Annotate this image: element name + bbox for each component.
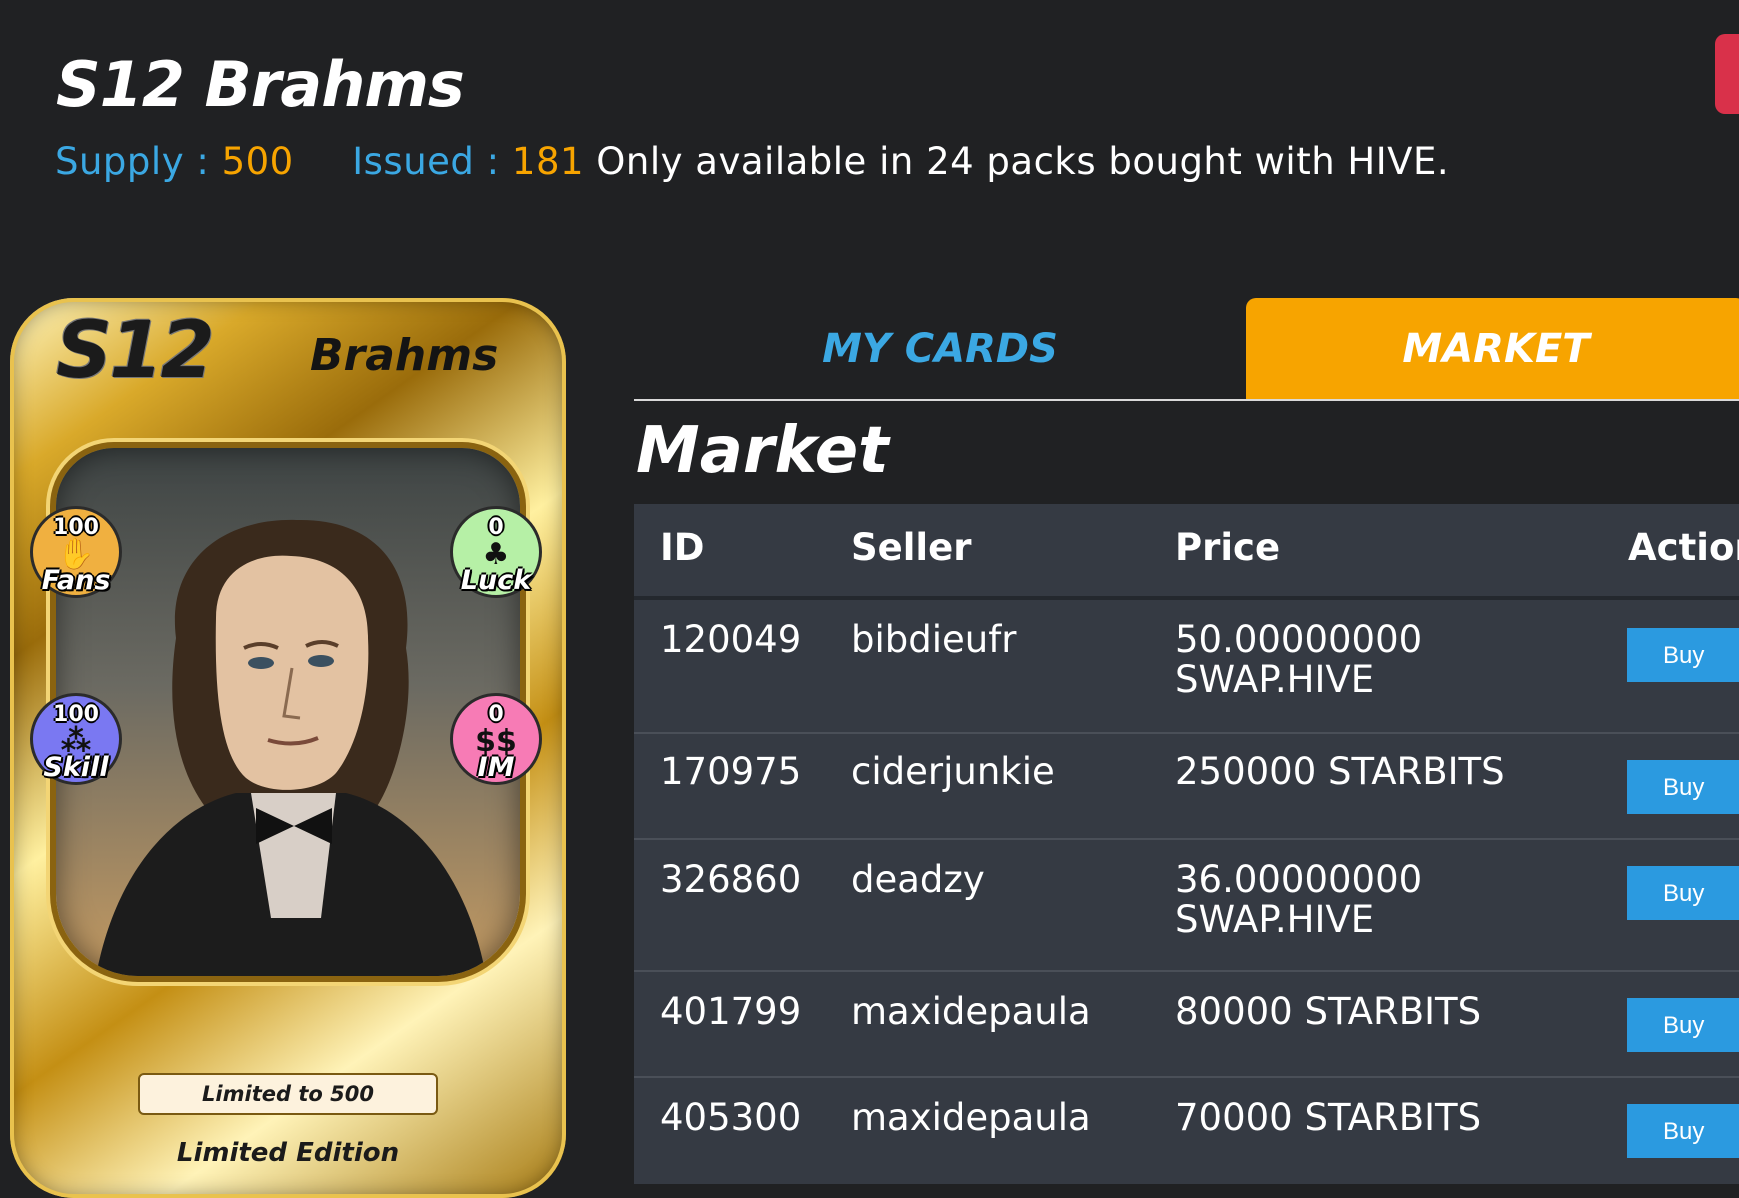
column-header-id: ID	[660, 526, 705, 569]
row-seller: maxidepaula	[851, 990, 1091, 1033]
issued-value: 181	[511, 140, 585, 183]
table-row: 405300 maxidepaula 70000 STARBITS Buy	[634, 1078, 1739, 1182]
market-heading: Market	[636, 414, 889, 488]
row-seller: ciderjunkie	[851, 750, 1055, 793]
luck-stat: 0 ♣ Luck	[450, 506, 542, 598]
availability-text: Only available in 24 packs bought with H…	[596, 140, 1450, 183]
table-header: ID Seller Price Action	[634, 504, 1739, 600]
card-image: S12 Brahms 100 ✋ Fans 0 ♣ Luck 100 ⁂ Ski…	[10, 298, 566, 1198]
buy-button[interactable]: Buy	[1627, 866, 1739, 920]
brahms-portrait	[96, 519, 486, 976]
buy-button[interactable]: Buy	[1627, 760, 1739, 814]
row-price: 50.00000000	[1175, 618, 1423, 661]
buy-button[interactable]: Buy	[1627, 998, 1739, 1052]
table-row: 326860 deadzy 36.00000000 SWAP.HIVE Buy	[634, 840, 1739, 972]
market-table: ID Seller Price Action 120049 bibdieufr …	[634, 504, 1739, 1184]
card-name-label: Brahms	[310, 330, 499, 381]
column-header-price: Price	[1175, 526, 1281, 569]
table-row: 120049 bibdieufr 50.00000000 SWAP.HIVE B…	[634, 600, 1739, 734]
column-header-action: Action	[1628, 526, 1739, 569]
row-seller: deadzy	[851, 858, 985, 901]
buy-button[interactable]: Buy	[1627, 1104, 1739, 1158]
row-price: 36.00000000	[1175, 858, 1423, 901]
issued-label: Issued :	[352, 140, 500, 183]
row-id: 120049	[660, 618, 802, 661]
fans-stat: 100 ✋ Fans	[30, 506, 122, 598]
skill-stat: 100 ⁂ Skill	[30, 693, 122, 785]
skill-label: Skill	[43, 752, 109, 783]
portrait-image	[56, 448, 520, 976]
close-button[interactable]	[1715, 34, 1739, 114]
page-title: S12 Brahms	[56, 48, 465, 121]
edition-label: Limited Edition	[176, 1138, 400, 1168]
column-header-seller: Seller	[851, 526, 972, 569]
row-id: 326860	[660, 858, 802, 901]
row-id: 405300	[660, 1096, 802, 1139]
im-label: IM	[477, 752, 515, 783]
supply-label: Supply :	[55, 140, 210, 183]
luck-label: Luck	[460, 565, 532, 596]
tab-my-cards[interactable]: MY CARDS	[634, 298, 1246, 400]
row-price: 250000 STARBITS	[1175, 750, 1505, 793]
row-seller: maxidepaula	[851, 1096, 1091, 1139]
row-price-currency: SWAP.HIVE	[1175, 658, 1375, 701]
row-id: 170975	[660, 750, 802, 793]
supply-value: 500	[221, 140, 294, 183]
table-row: 170975 ciderjunkie 250000 STARBITS Buy	[634, 734, 1739, 840]
row-seller: bibdieufr	[851, 618, 1017, 661]
limited-badge: Limited to 500	[138, 1073, 438, 1115]
table-row: 401799 maxidepaula 80000 STARBITS Buy	[634, 972, 1739, 1078]
buy-button[interactable]: Buy	[1627, 628, 1739, 682]
row-id: 401799	[660, 990, 802, 1033]
row-price: 80000 STARBITS	[1175, 990, 1482, 1033]
card-supply-info: Supply : 500 Issued : 181 Only available…	[55, 140, 1449, 183]
fans-label: Fans	[41, 565, 111, 596]
tab-divider	[634, 399, 1739, 401]
im-stat: 0 $$ IM	[450, 693, 542, 785]
row-price: 70000 STARBITS	[1175, 1096, 1482, 1139]
row-price-currency: SWAP.HIVE	[1175, 898, 1375, 941]
card-set-label: S12	[56, 306, 215, 396]
tab-market[interactable]: MARKET	[1246, 298, 1739, 400]
